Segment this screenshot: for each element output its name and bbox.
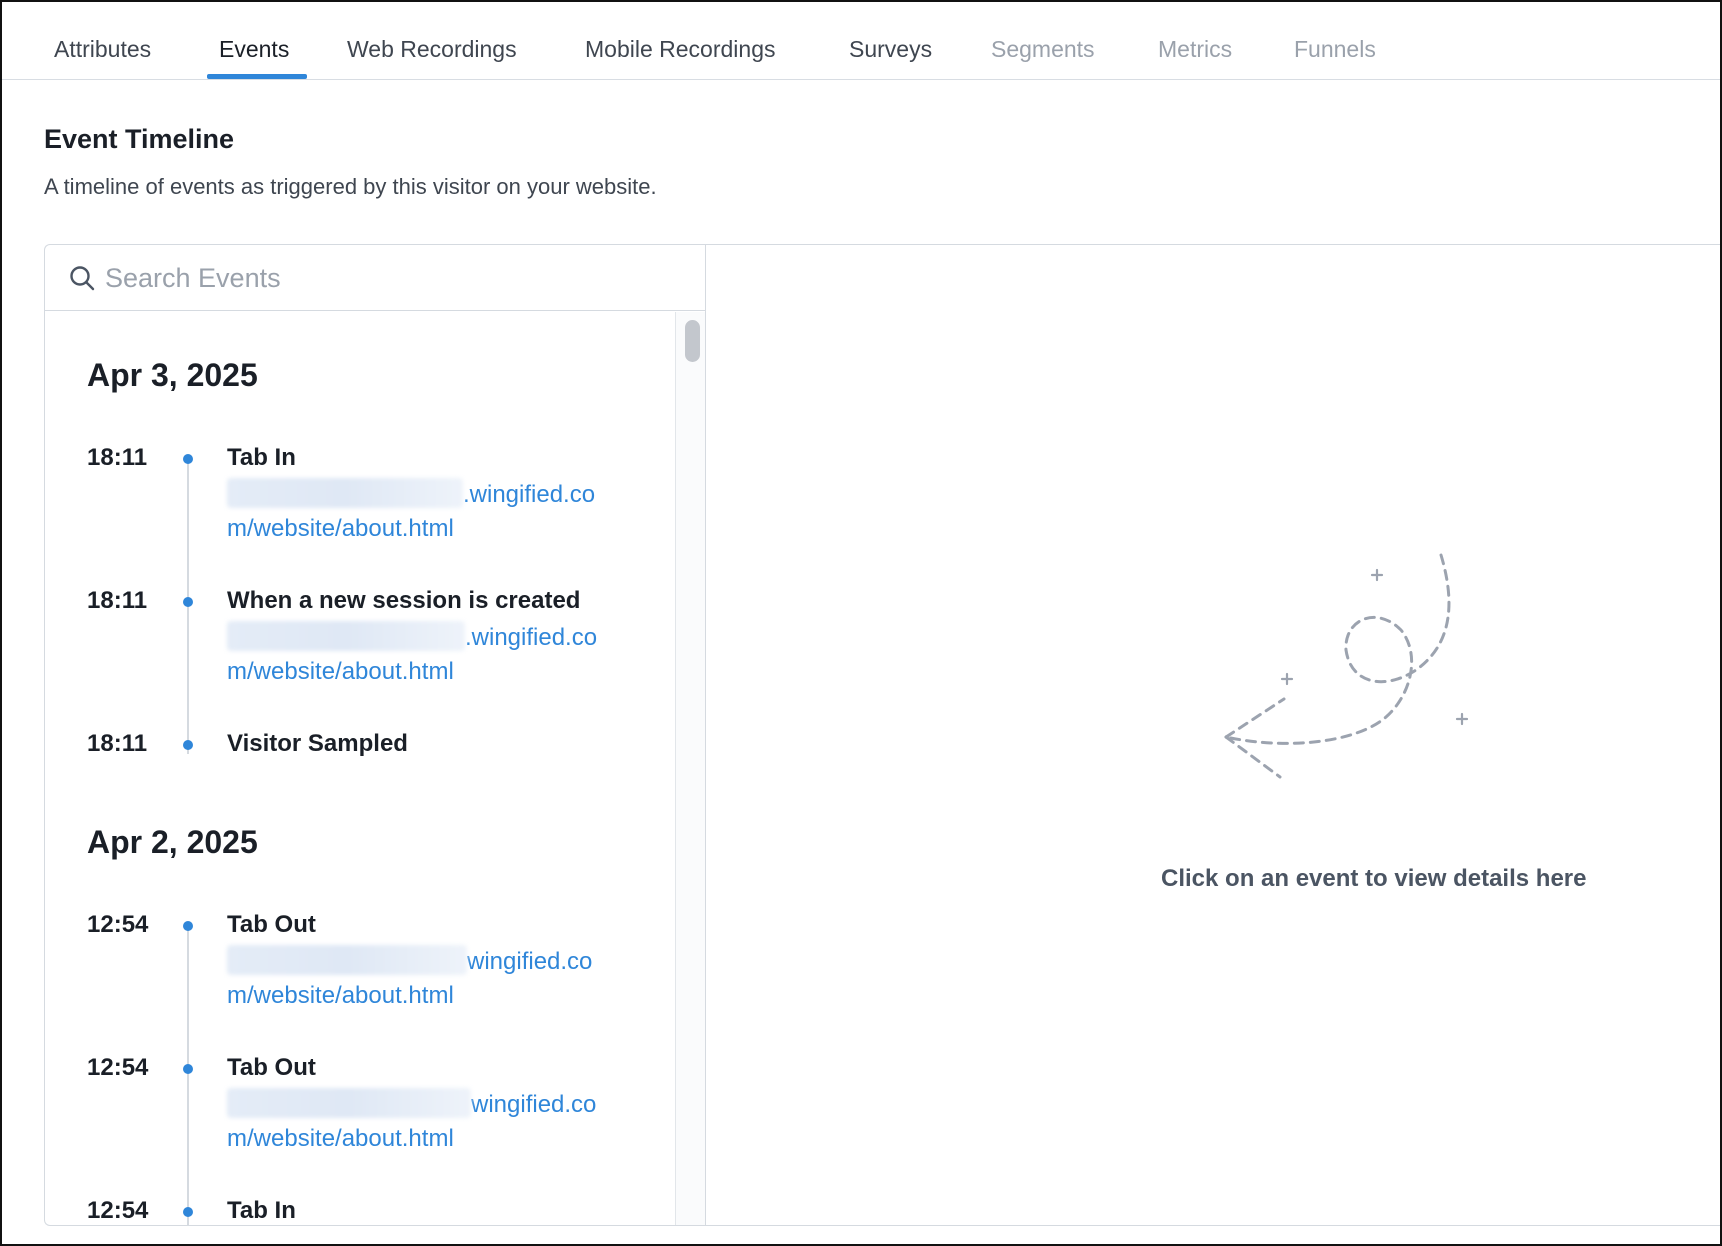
redacted-domain (227, 621, 465, 651)
event-title: Visitor Sampled (227, 730, 408, 757)
empty-state-message: Click on an event to view details here (1161, 865, 1587, 892)
event-list-panel: Apr 3, 2025 18:11 Tab In .wingified.co m… (44, 244, 706, 1226)
tab-segments[interactable]: Segments (991, 36, 1095, 63)
event-time: 18:11 (87, 730, 148, 757)
event-time: 18:11 (87, 444, 148, 471)
event-item[interactable]: 12:54 Tab In (45, 1197, 675, 1225)
event-time: 18:11 (87, 587, 148, 614)
event-url-line-1: .wingified.co (465, 624, 598, 651)
timeline-dot (183, 1207, 193, 1217)
page-subtitle: A timeline of events as triggered by thi… (44, 174, 657, 199)
event-url-line-1: .wingified.co (463, 481, 596, 508)
page-title: Event Timeline (44, 124, 235, 154)
event-time: 12:54 (87, 911, 149, 938)
event-title: Tab In (227, 444, 296, 471)
scrollbar-thumb[interactable] (685, 320, 700, 362)
date-heading: Apr 2, 2025 (87, 824, 258, 860)
event-item[interactable]: 18:11 When a new session is created .win… (45, 587, 675, 697)
redacted-domain (227, 945, 467, 975)
active-tab-indicator (207, 74, 307, 79)
search-icon (70, 266, 95, 291)
event-url-line-1: wingified.co (471, 1091, 597, 1118)
event-url-line-2: m/website/about.html (227, 982, 454, 1009)
tab-metrics[interactable]: Metrics (1158, 36, 1232, 63)
tab-events[interactable]: Events (219, 36, 289, 63)
search-bar (45, 245, 706, 311)
tab-funnels[interactable]: Funnels (1294, 36, 1376, 63)
redacted-domain (227, 478, 463, 508)
search-input[interactable] (105, 257, 685, 299)
event-title: Tab Out (227, 911, 316, 938)
event-title: Tab In (227, 1197, 296, 1224)
event-time: 12:54 (87, 1054, 149, 1081)
event-url-line-2: m/website/about.html (227, 515, 454, 542)
event-url[interactable]: wingified.co m/website/about.html (227, 1088, 647, 1156)
tab-attributes[interactable]: Attributes (54, 36, 151, 63)
event-title: Tab Out (227, 1054, 316, 1081)
dashed-arrow-illustration (1224, 553, 1469, 779)
redacted-domain (227, 1088, 471, 1118)
timeline-dot (183, 597, 193, 607)
event-url-line-1: wingified.co (467, 948, 593, 975)
tab-mobile-recordings[interactable]: Mobile Recordings (585, 36, 775, 63)
timeline-dot (183, 921, 193, 931)
event-url[interactable]: .wingified.co m/website/about.html (227, 621, 647, 689)
timeline-dot (183, 1064, 193, 1074)
event-url[interactable]: .wingified.co m/website/about.html (227, 478, 647, 546)
event-url-line-2: m/website/about.html (227, 658, 454, 685)
timeline-dot (183, 740, 193, 750)
event-timeline-list: Apr 3, 2025 18:11 Tab In .wingified.co m… (45, 312, 675, 1225)
event-item[interactable]: 18:11 Tab In .wingified.co m/website/abo… (45, 444, 675, 554)
event-url[interactable]: wingified.co m/website/about.html (227, 945, 647, 1013)
event-item[interactable]: 12:54 Tab Out wingified.co m/website/abo… (45, 1054, 675, 1164)
tab-bar: Attributes Events Web Recordings Mobile … (2, 2, 1720, 80)
event-item[interactable]: 18:11 Visitor Sampled (45, 730, 675, 770)
tab-surveys[interactable]: Surveys (849, 36, 932, 63)
timeline-dot (183, 454, 193, 464)
date-heading: Apr 3, 2025 (87, 357, 258, 393)
tab-web-recordings[interactable]: Web Recordings (347, 36, 517, 63)
event-item[interactable]: 12:54 Tab Out wingified.co m/website/abo… (45, 911, 675, 1021)
event-title: When a new session is created (227, 587, 581, 614)
event-details-panel: Click on an event to view details here (705, 244, 1720, 1226)
event-time: 12:54 (87, 1197, 149, 1224)
app-frame: Attributes Events Web Recordings Mobile … (0, 0, 1722, 1246)
scrollbar-track[interactable] (675, 312, 706, 1225)
event-url-line-2: m/website/about.html (227, 1125, 454, 1152)
